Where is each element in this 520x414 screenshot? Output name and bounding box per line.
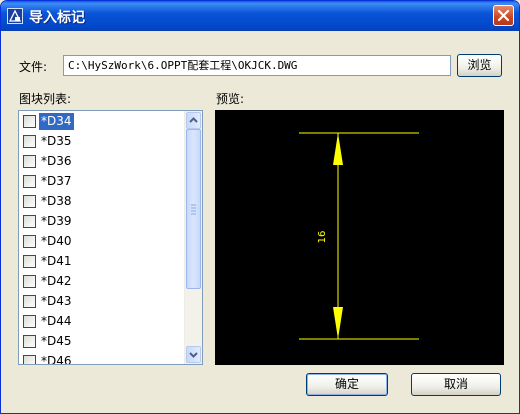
checkbox[interactable]: [23, 235, 36, 248]
list-item-label: *D45: [41, 334, 72, 348]
checkbox[interactable]: [23, 335, 36, 348]
cancel-button[interactable]: 取消: [411, 373, 501, 396]
checkbox[interactable]: [23, 315, 36, 328]
dimension-drawing: 16: [299, 132, 419, 340]
list-item[interactable]: *D41: [21, 252, 183, 272]
chevron-down-icon: [189, 352, 198, 358]
list-item-label: *D41: [41, 254, 72, 268]
list-item-label: *D38: [41, 194, 72, 208]
file-path-field[interactable]: C:\HySzWork\6.OPPT配套工程\OKJCK.DWG: [63, 55, 451, 76]
bottom-arrow: [333, 307, 343, 339]
list-item[interactable]: *D36: [21, 152, 183, 172]
list-item[interactable]: *D35: [21, 132, 183, 152]
list-item-label: *D39: [41, 214, 72, 228]
checkbox[interactable]: [23, 135, 36, 148]
list-item[interactable]: *D38: [21, 192, 183, 212]
list-item-label: *D42: [41, 274, 72, 288]
browse-button[interactable]: 浏览: [457, 54, 502, 77]
close-button[interactable]: [493, 5, 514, 26]
checkbox[interactable]: [23, 275, 36, 288]
scroll-up-button[interactable]: [186, 112, 201, 129]
close-icon: [497, 9, 510, 22]
title-bar[interactable]: 导入标记: [1, 1, 519, 31]
app-icon: [7, 8, 23, 24]
list-item[interactable]: *D37: [21, 172, 183, 192]
list-item-label: *D43: [41, 294, 72, 308]
list-item-label: *D34: [39, 113, 74, 130]
preview-label: 预览:: [216, 92, 245, 106]
list-item[interactable]: *D43: [21, 292, 183, 312]
window-title: 导入标记: [29, 10, 85, 26]
list-item-label: *D44: [41, 314, 72, 328]
scroll-thumb[interactable]: [186, 129, 201, 289]
checkbox[interactable]: [23, 215, 36, 228]
checkbox[interactable]: [23, 295, 36, 308]
list-item[interactable]: *D39: [21, 212, 183, 232]
ok-button[interactable]: 确定: [306, 373, 388, 396]
checkbox[interactable]: [23, 175, 36, 188]
file-label: 文件:: [19, 60, 48, 74]
top-arrow: [333, 133, 343, 165]
preview-panel: 16: [215, 110, 504, 365]
list-item[interactable]: *D34: [21, 112, 183, 132]
import-mark-dialog: 导入标记 文件: C:\HySzWork\6.OPPT配套工程\OKJCK.DW…: [0, 0, 520, 414]
list-item[interactable]: *D45: [21, 332, 183, 352]
chevron-up-icon: [189, 117, 198, 123]
grip-icon: [191, 204, 196, 215]
list-item-label: *D35: [41, 134, 72, 148]
list-item-label: *D40: [41, 234, 72, 248]
list-item[interactable]: *D46: [21, 352, 183, 365]
vertical-scrollbar[interactable]: [184, 111, 202, 364]
checkbox[interactable]: [23, 195, 36, 208]
list-item-label: *D46: [41, 354, 72, 365]
checkbox[interactable]: [23, 155, 36, 168]
list-item-label: *D36: [41, 154, 72, 168]
list-item[interactable]: *D40: [21, 232, 183, 252]
scroll-down-button[interactable]: [186, 346, 201, 363]
dimension-text: 16: [317, 231, 328, 244]
list-item[interactable]: *D42: [21, 272, 183, 292]
block-list[interactable]: *D34 *D35 *D36 *D37 *D38 *D39 *D40 *D41 *D42 *D43…: [18, 110, 203, 365]
block-list-label: 图块列表:: [19, 92, 72, 106]
list-item[interactable]: *D44: [21, 312, 183, 332]
checkbox[interactable]: [23, 115, 36, 128]
list-item-label: *D37: [41, 174, 72, 188]
checkbox[interactable]: [23, 255, 36, 268]
checkbox[interactable]: [23, 355, 36, 364]
